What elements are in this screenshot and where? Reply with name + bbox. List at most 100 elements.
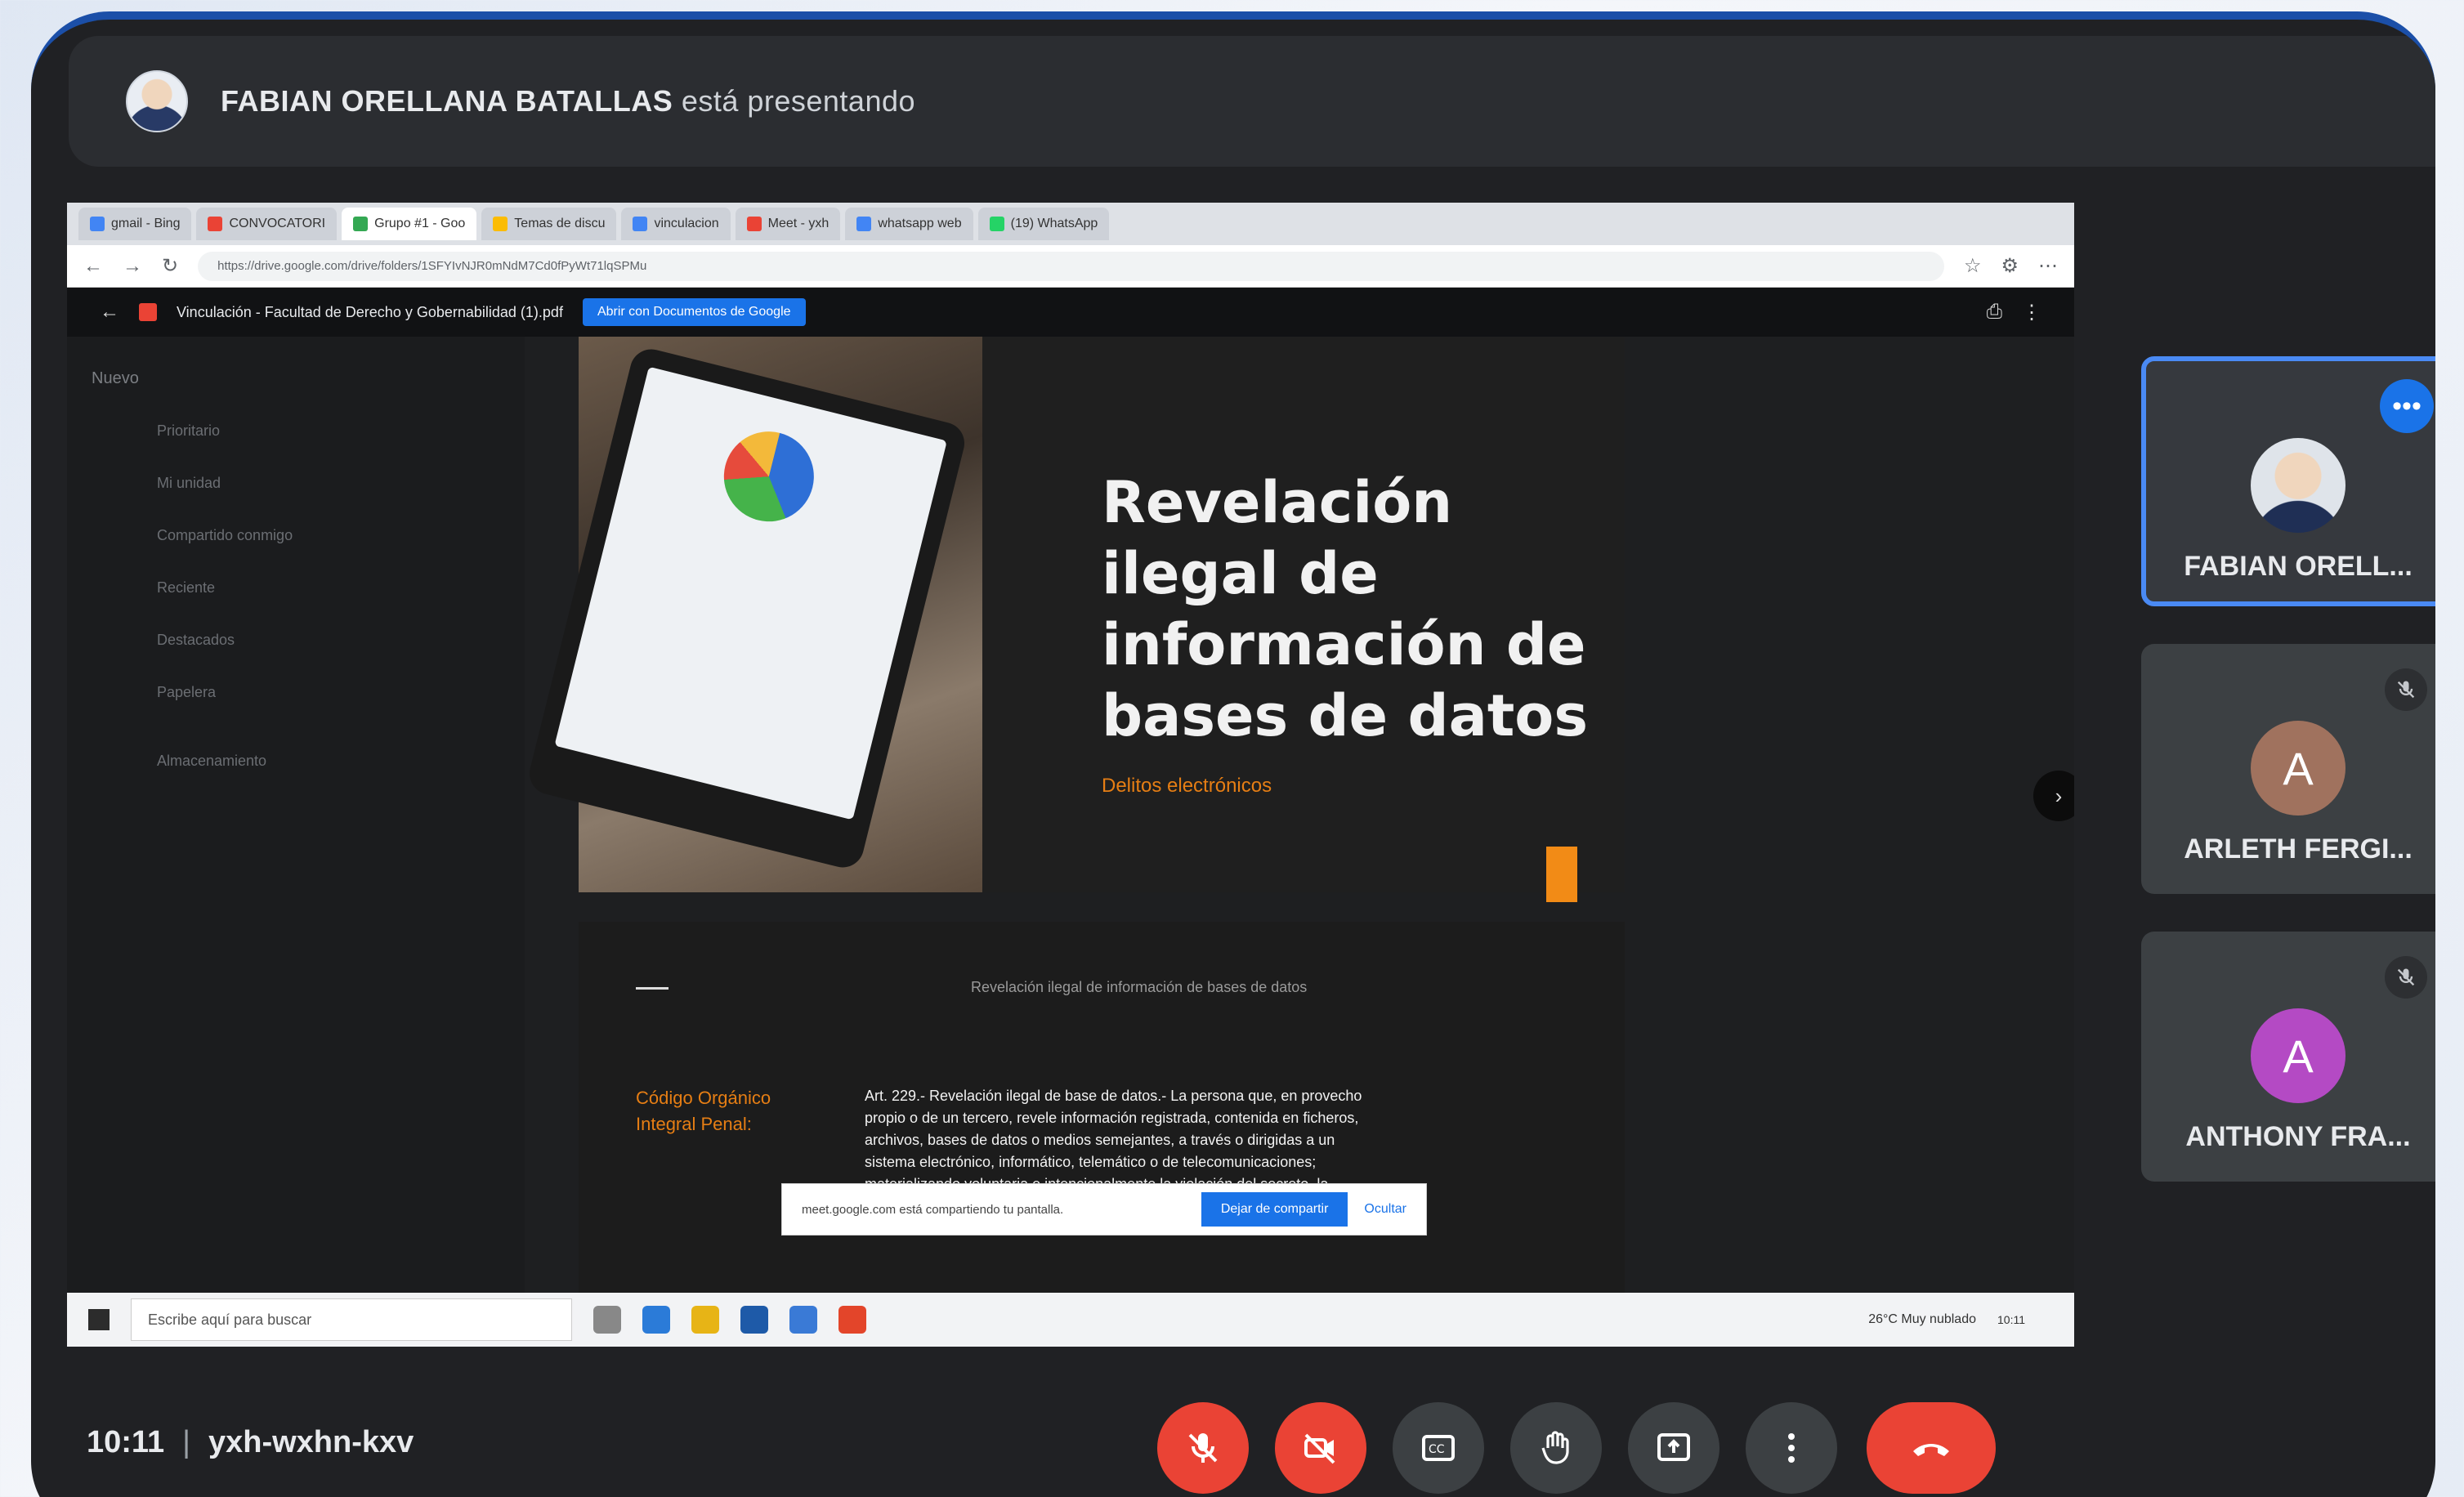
browser-tab[interactable]: CONVOCATORI [196, 208, 338, 240]
participant-tile[interactable]: A ARLETH FERGI... [2141, 644, 2435, 894]
back-arrow-icon[interactable]: ← [100, 301, 119, 324]
meet-controls-bar: 10:11 | yxh-wxhn-kxv CC [31, 1376, 2435, 1497]
file-title: Vinculación - Facultad de Derecho y Gobe… [177, 303, 563, 320]
shared-screen: gmail - Bing CONVOCATORI Grupo #1 - Goo … [67, 203, 2074, 1347]
tab-favicon-icon [493, 217, 508, 231]
sidebar-item[interactable]: Mi unidad [67, 457, 525, 509]
tablet-photo [525, 337, 982, 892]
new-button[interactable]: Nuevo [92, 369, 525, 388]
tab-favicon-icon [353, 217, 369, 231]
sidebar-item[interactable]: Compartido conmigo [67, 509, 525, 561]
open-with-button[interactable]: Abrir con Documentos de Google [582, 298, 806, 326]
taskbar-search-input[interactable]: Escribe aquí para buscar [131, 1298, 572, 1341]
camera-off-icon [1304, 1433, 1335, 1464]
end-call-icon [1913, 1444, 1949, 1456]
presenter-label: FABIAN ORELLANA BATALLAS está presentand… [221, 84, 915, 118]
hide-banner-button[interactable]: Ocultar [1364, 1202, 1426, 1217]
browser-tab-active[interactable]: Grupo #1 - Goo [342, 208, 477, 240]
presenter-name: FABIAN ORELLANA BATALLAS [221, 84, 673, 118]
meeting-info: 10:11 | yxh-wxhn-kxv [87, 1425, 414, 1460]
presenter-avatar [126, 70, 188, 132]
participant-avatar [2251, 438, 2345, 533]
windows-start-icon[interactable] [88, 1309, 110, 1330]
slide-title: Revelación ilegal de información de base… [1102, 469, 1589, 749]
tab-favicon-icon [208, 217, 223, 231]
sidebar-item[interactable]: Reciente [67, 561, 525, 614]
menu-icon[interactable]: ⋯ [2038, 254, 2058, 278]
weather-widget[interactable]: 26°C Muy nublado [1868, 1312, 1976, 1327]
edge-icon[interactable] [642, 1306, 670, 1334]
orange-accent [1546, 847, 1577, 902]
tab-favicon-icon [856, 217, 872, 231]
tablet-image [525, 345, 969, 872]
svg-text:CC: CC [1429, 1443, 1445, 1456]
star-icon[interactable]: ☆ [1964, 254, 1982, 278]
pdf-slide-text: Revelación ilegal de información de base… [579, 922, 1625, 1347]
raise-hand-button[interactable] [1510, 1402, 1602, 1494]
participant-name: FABIAN ORELL... [2184, 551, 2413, 582]
pdf-slide-cover: Revelación ilegal de información de base… [525, 337, 1625, 902]
more-options-icon[interactable]: ••• [2380, 379, 2434, 433]
captions-button[interactable]: CC [1393, 1402, 1484, 1494]
more-options-button[interactable] [1746, 1402, 1837, 1494]
meet-window: FABIAN ORELLANA BATALLAS está presentand… [31, 11, 2435, 1497]
drive-viewer-bar: ← Vinculación - Facultad de Derecho y Go… [67, 288, 2074, 337]
microphone-off-icon [1188, 1433, 1218, 1463]
drive-sidebar: Nuevo Prioritario Mi unidad Compartido c… [67, 337, 525, 1301]
task-view-icon[interactable] [593, 1306, 621, 1334]
participant-name: ANTHONY FRA... [2185, 1121, 2411, 1152]
raise-hand-icon [1541, 1431, 1569, 1464]
participant-tile[interactable]: ••• FABIAN ORELL... [2141, 356, 2435, 606]
extensions-icon[interactable]: ⚙ [2001, 254, 2019, 278]
participant-avatar: A [2251, 721, 2345, 816]
windows-taskbar: Escribe aquí para buscar 26°C Muy nublad… [67, 1293, 2074, 1347]
meeting-time: 10:11 [87, 1425, 165, 1459]
sidebar-item[interactable]: Prioritario [67, 404, 525, 457]
next-page-button[interactable]: › [2033, 771, 2074, 821]
browser-tab[interactable]: whatsapp web [845, 208, 973, 240]
camera-off-button[interactable] [1275, 1402, 1366, 1494]
tab-favicon-icon [90, 217, 105, 231]
sidebar-item[interactable]: Destacados [67, 614, 525, 666]
slide-subtitle: Delitos electrónicos [1102, 775, 1272, 797]
microphone-off-button[interactable] [1157, 1402, 1249, 1494]
taskbar-clock[interactable]: 10:11 [1997, 1312, 2074, 1327]
store-icon[interactable] [740, 1306, 768, 1334]
address-bar[interactable]: https://drive.google.com/drive/folders/1… [198, 251, 1944, 281]
presenting-text: está presentando [681, 84, 916, 118]
browser-tabbar: gmail - Bing CONVOCATORI Grupo #1 - Goo … [67, 203, 2074, 245]
separator: | [182, 1425, 190, 1459]
pdf-icon [139, 303, 157, 321]
browser-tab[interactable]: Temas de discu [481, 208, 617, 240]
present-now-icon [1657, 1433, 1690, 1461]
sidebar-item[interactable]: Papelera [67, 666, 525, 718]
browser-tab[interactable]: gmail - Bing [78, 208, 192, 240]
browser-tab[interactable]: Meet - yxh [735, 208, 841, 240]
back-icon[interactable]: ← [83, 255, 103, 278]
participant-tile[interactable]: A ANTHONY FRA... [2141, 932, 2435, 1182]
participant-avatar: A [2251, 1008, 2345, 1103]
sidebar-item[interactable]: Almacenamiento [67, 735, 525, 787]
office-icon[interactable] [838, 1306, 866, 1334]
print-icon[interactable]: ⎙ [1987, 301, 2002, 324]
captions-icon: CC [1422, 1435, 1455, 1461]
browser-tab[interactable]: vinculacion [621, 208, 731, 240]
forward-icon[interactable]: → [123, 255, 142, 278]
slide2-header: Revelación ilegal de información de base… [971, 979, 1308, 995]
browser-tab[interactable]: (19) WhatsApp [977, 208, 1110, 240]
stop-sharing-button[interactable]: Dejar de compartir [1201, 1192, 1348, 1227]
tab-favicon-icon [989, 217, 1004, 231]
mail-icon[interactable] [789, 1306, 817, 1334]
reload-icon[interactable]: ↻ [162, 254, 178, 278]
leave-call-button[interactable] [1867, 1402, 1996, 1494]
pie-chart-graphic [714, 422, 824, 531]
tablet-screen [554, 366, 947, 820]
tab-favicon-icon [633, 217, 648, 231]
present-now-button[interactable] [1628, 1402, 1719, 1494]
more-vert-icon[interactable]: ⋮ [2022, 301, 2041, 324]
screen-share-banner: meet.google.com está compartiendo tu pan… [781, 1183, 1427, 1236]
file-explorer-icon[interactable] [691, 1306, 719, 1334]
participant-name: ARLETH FERGI... [2184, 833, 2413, 865]
presenter-bar: FABIAN ORELLANA BATALLAS está presentand… [69, 36, 2435, 167]
meeting-code: yxh-wxhn-kxv [208, 1425, 414, 1459]
